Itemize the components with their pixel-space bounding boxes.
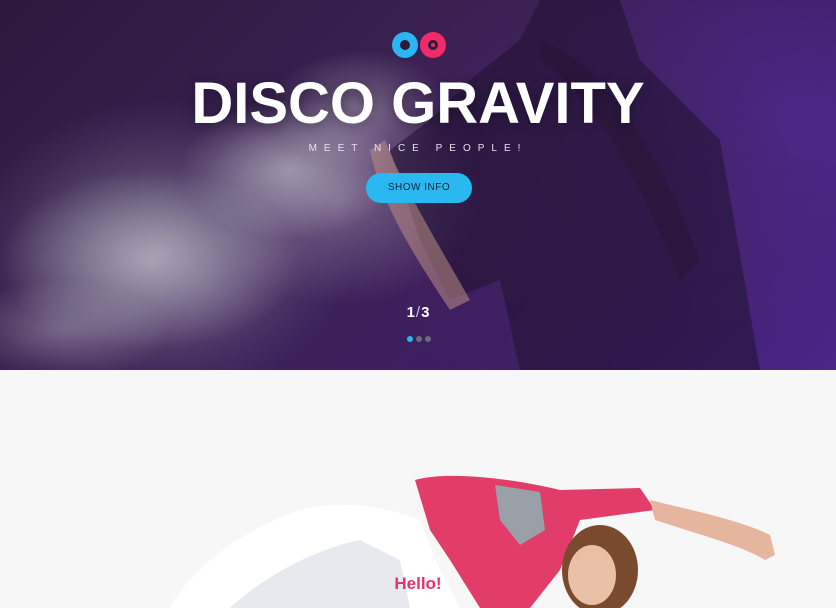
slide-counter: 1/3 — [0, 304, 836, 321]
hero-title: DISCO GRAVITY — [191, 71, 645, 136]
vinyl-record-icon — [392, 32, 418, 58]
slider-dot-1[interactable] — [407, 336, 413, 342]
dancer-photo — [170, 475, 775, 608]
slide-current: 1 — [406, 304, 415, 321]
slider-dot-2[interactable] — [416, 336, 422, 342]
logo[interactable] — [392, 32, 448, 58]
hero-subtitle: MEET NICE PEOPLE! — [308, 143, 528, 154]
intro-heading: Hello! — [394, 574, 442, 593]
show-info-button[interactable]: SHOW INFO — [366, 173, 472, 203]
vinyl-record-icon — [420, 32, 446, 58]
slide-total: 3 — [421, 304, 430, 321]
slide-separator: / — [415, 304, 421, 321]
intro-section: Hello! — [0, 370, 836, 608]
slider-dot-3[interactable] — [425, 336, 431, 342]
slider-dots — [407, 336, 431, 342]
hero-slider: DISCO GRAVITY MEET NICE PEOPLE! SHOW INF… — [0, 0, 836, 370]
